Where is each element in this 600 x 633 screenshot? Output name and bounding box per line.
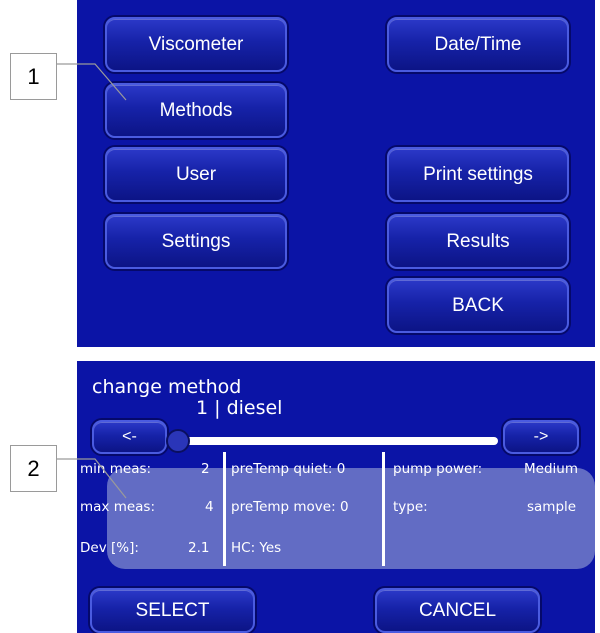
callout-2: 2 [10, 445, 57, 492]
callout-leader-lines [57, 63, 127, 499]
callout-1: 1 [10, 53, 57, 100]
